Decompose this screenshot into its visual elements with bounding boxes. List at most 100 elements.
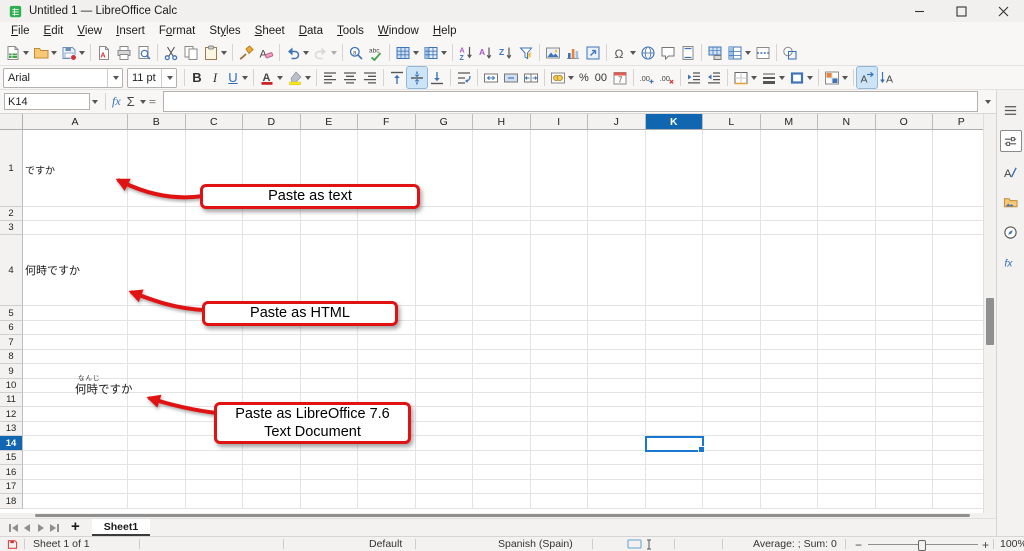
align-left-button[interactable] [320, 67, 340, 88]
insert-row-dropdown[interactable] [413, 50, 419, 55]
cell-n4[interactable] [818, 235, 876, 306]
cell-g12[interactable] [415, 407, 473, 422]
cell-p18[interactable] [933, 494, 983, 509]
horizontal-scrollbar-thumb[interactable] [35, 514, 970, 517]
close-button[interactable] [982, 0, 1024, 22]
cell-p4[interactable] [933, 235, 983, 306]
cell-d4[interactable] [243, 235, 301, 306]
cell-e16[interactable] [300, 465, 358, 480]
paste-button[interactable] [201, 42, 229, 63]
cell-j5[interactable] [588, 306, 646, 321]
cell-c17[interactable] [185, 480, 243, 494]
redo-dropdown[interactable] [331, 50, 337, 55]
cell-i10[interactable] [530, 379, 588, 393]
cell-j12[interactable] [588, 407, 646, 422]
cell-h7[interactable] [473, 335, 531, 350]
cell-b7[interactable] [128, 335, 186, 350]
clear-formatting-button[interactable]: A [256, 42, 276, 63]
open-dropdown[interactable] [51, 50, 57, 55]
row-header-13[interactable]: 13 [0, 422, 23, 436]
cell-j10[interactable] [588, 379, 646, 393]
cell-o15[interactable] [875, 451, 933, 465]
cell-e10[interactable] [300, 379, 358, 393]
cell-j18[interactable] [588, 494, 646, 509]
cell-d8[interactable] [243, 350, 301, 364]
cell-a15[interactable] [23, 451, 128, 465]
cell-d17[interactable] [243, 480, 301, 494]
sidebar-sidebar-settings-button[interactable] [1001, 100, 1021, 120]
align-center-button[interactable] [340, 67, 360, 88]
cell-f3[interactable] [358, 221, 416, 235]
insert-comment-button[interactable] [658, 42, 678, 63]
cell-c16[interactable] [185, 465, 243, 480]
cell-n16[interactable] [818, 465, 876, 480]
cell-i2[interactable] [530, 207, 588, 221]
cell-i8[interactable] [530, 350, 588, 364]
cell-k8[interactable] [645, 350, 703, 364]
cell-p12[interactable] [933, 407, 983, 422]
cell-b12[interactable] [128, 407, 186, 422]
insert-hyperlink-button[interactable] [638, 42, 658, 63]
decrease-indent-button[interactable] [704, 67, 724, 88]
cell-j7[interactable] [588, 335, 646, 350]
column-header-o[interactable]: O [875, 114, 933, 130]
maximize-button[interactable] [940, 0, 982, 22]
save-dropdown[interactable] [79, 50, 85, 55]
cell-k11[interactable] [645, 393, 703, 407]
cell-j1[interactable] [588, 130, 646, 207]
cell-m5[interactable] [760, 306, 818, 321]
cell-n18[interactable] [818, 494, 876, 509]
cell-g6[interactable] [415, 321, 473, 335]
cell-l18[interactable] [703, 494, 761, 509]
cell-n1[interactable] [818, 130, 876, 207]
column-header-p[interactable]: P [933, 114, 983, 130]
highlighting-color-button[interactable] [285, 67, 313, 88]
cell-i1[interactable] [530, 130, 588, 207]
cell-e7[interactable] [300, 335, 358, 350]
cell-p10[interactable] [933, 379, 983, 393]
cell-a16[interactable] [23, 465, 128, 480]
cell-i9[interactable] [530, 364, 588, 379]
cell-j2[interactable] [588, 207, 646, 221]
cell-f7[interactable] [358, 335, 416, 350]
cell-g2[interactable] [415, 207, 473, 221]
menu-file[interactable]: File [4, 24, 37, 38]
insert-pivot-table-button[interactable] [583, 42, 603, 63]
new-button[interactable] [3, 42, 31, 63]
sidebar-styles-button[interactable]: A [1001, 162, 1021, 182]
cell-a11[interactable] [23, 393, 128, 407]
column-header-a[interactable]: A [23, 114, 128, 130]
cell-o2[interactable] [875, 207, 933, 221]
column-header-h[interactable]: H [473, 114, 531, 130]
merge-and-center-button[interactable] [481, 67, 501, 88]
unmerge-cells-button[interactable] [521, 67, 541, 88]
cell-n9[interactable] [818, 364, 876, 379]
cut-button[interactable] [161, 42, 181, 63]
print-button[interactable] [114, 42, 134, 63]
cell-l12[interactable] [703, 407, 761, 422]
cell-i18[interactable] [530, 494, 588, 509]
center-vertically-button[interactable] [406, 66, 428, 89]
cell-n17[interactable] [818, 480, 876, 494]
cell-h1[interactable] [473, 130, 531, 207]
cell-c2[interactable] [185, 207, 243, 221]
cell-k2[interactable] [645, 207, 703, 221]
cell-a13[interactable] [23, 422, 128, 436]
cell-l5[interactable] [703, 306, 761, 321]
cell-k4[interactable] [645, 235, 703, 306]
bold-button[interactable]: B [188, 67, 206, 88]
cell-b5[interactable] [128, 306, 186, 321]
cell-o16[interactable] [875, 465, 933, 480]
cell-e15[interactable] [300, 451, 358, 465]
cell-p9[interactable] [933, 364, 983, 379]
cell-k6[interactable] [645, 321, 703, 335]
cell-o13[interactable] [875, 422, 933, 436]
cell-a7[interactable] [23, 335, 128, 350]
cell-m6[interactable] [760, 321, 818, 335]
cell-g16[interactable] [415, 465, 473, 480]
merge-cells-button[interactable] [501, 67, 521, 88]
fill-handle[interactable] [698, 446, 705, 453]
cell-g3[interactable] [415, 221, 473, 235]
cell-m8[interactable] [760, 350, 818, 364]
cell-d16[interactable] [243, 465, 301, 480]
